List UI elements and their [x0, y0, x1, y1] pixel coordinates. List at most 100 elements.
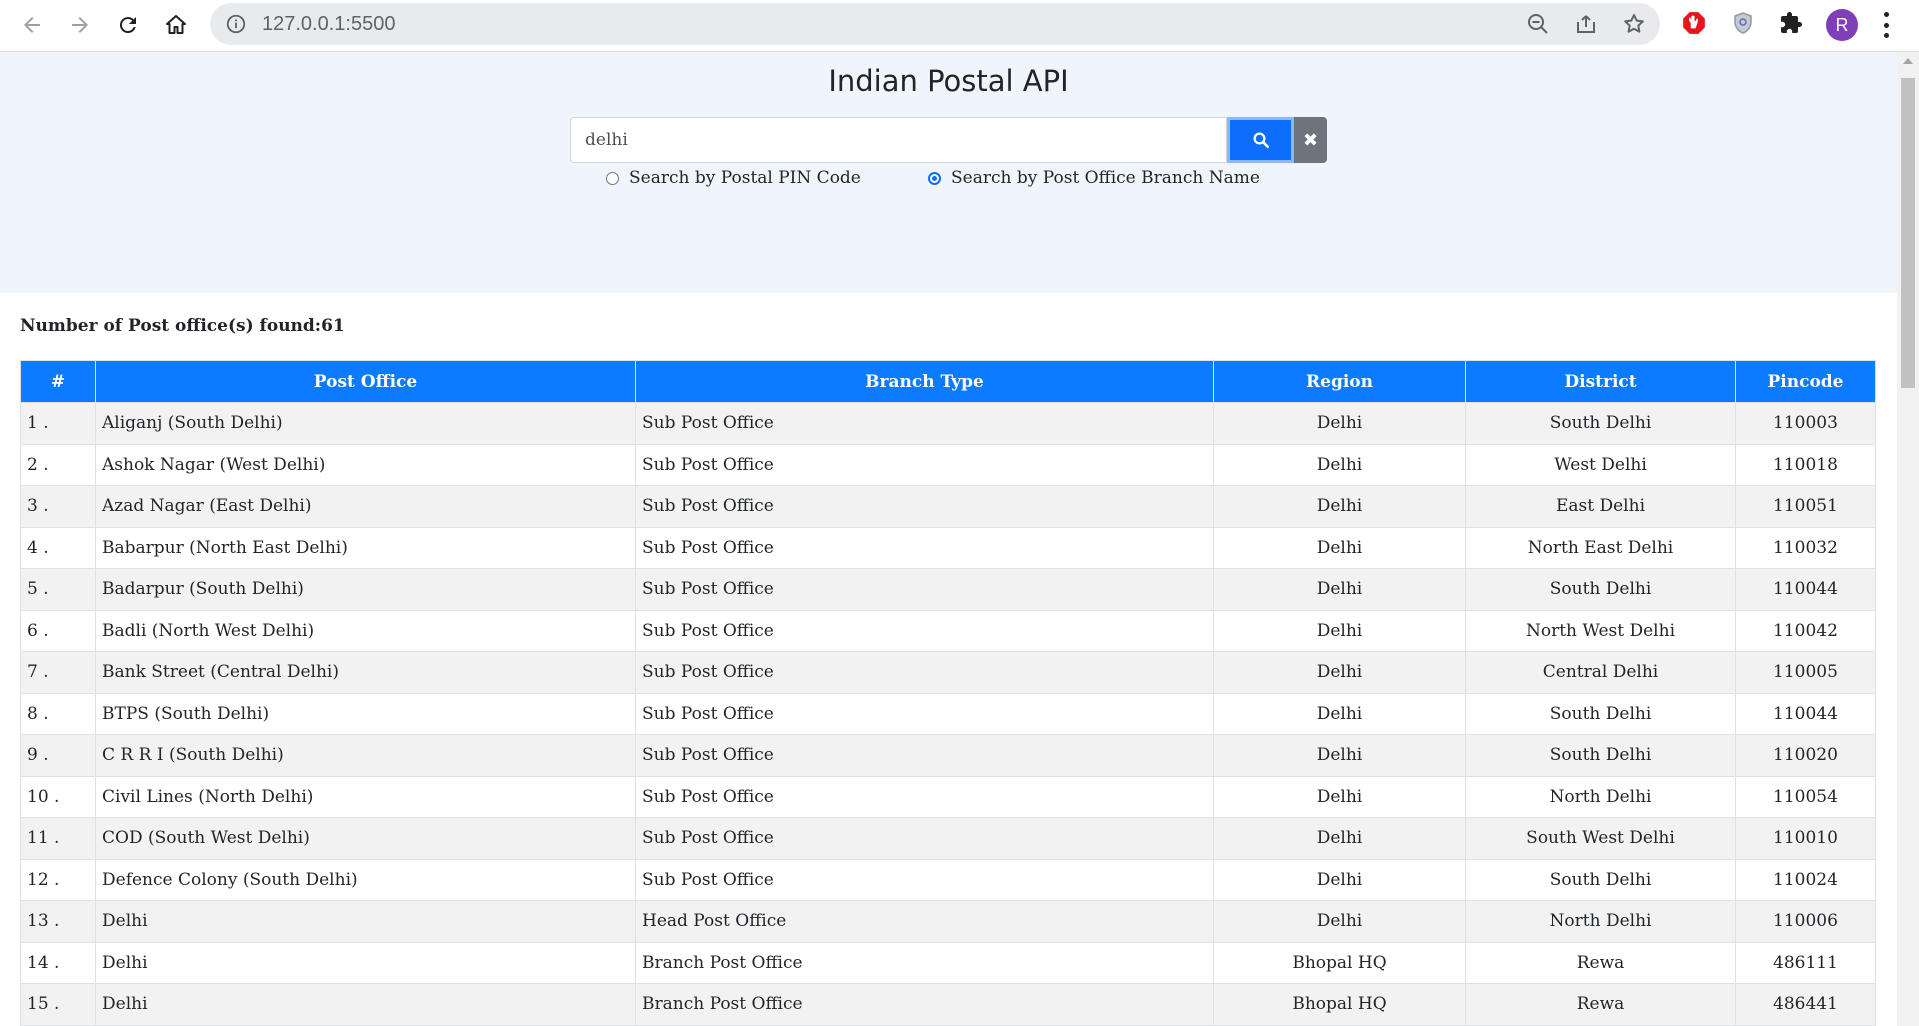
cell-branch-type: Sub Post Office: [635, 526, 1214, 569]
column-header-number: #: [20, 360, 96, 403]
back-button[interactable]: [15, 8, 49, 42]
table-row: 2 . Ashok Nagar (West Delhi) Sub Post Offi…: [20, 443, 1876, 486]
cell-pincode: 486441: [1735, 983, 1876, 1026]
cell-region: Delhi: [1213, 651, 1466, 694]
cell-post-office: Defence Colony (South Delhi): [95, 858, 636, 901]
table-row: 7 . Bank Street (Central Delhi) Sub Post O…: [20, 651, 1876, 694]
cell-post-office: BTPS (South Delhi): [95, 692, 636, 735]
table-row: 15 . Delhi Branch Post Office Bhopal HQ Rewa…: [20, 983, 1876, 1026]
url-text[interactable]: 127.0.0.1:5500: [262, 13, 395, 36]
table-body: 1 . Aliganj (South Delhi) Sub Post Office D…: [20, 402, 1876, 1026]
cell-number: 7 .: [20, 651, 96, 694]
shield-extension-icon[interactable]: [1730, 10, 1756, 36]
close-icon: ✖: [1302, 129, 1319, 151]
cell-district: South West Delhi: [1465, 817, 1736, 860]
cell-branch-type: Sub Post Office: [635, 568, 1214, 611]
cell-branch-type: Sub Post Office: [635, 775, 1214, 818]
radio-pin-indicator[interactable]: [606, 171, 619, 185]
bookmark-star-icon[interactable]: [1622, 12, 1646, 36]
radio-name-indicator[interactable]: [928, 171, 941, 185]
cell-district: South Delhi: [1465, 568, 1736, 611]
cell-branch-type: Branch Post Office: [635, 983, 1214, 1026]
cell-number: 6 .: [20, 609, 96, 652]
cell-number: 8 .: [20, 692, 96, 735]
forward-button[interactable]: [63, 8, 97, 42]
cell-number: 13 .: [20, 900, 96, 943]
cell-pincode: 110042: [1735, 609, 1876, 652]
search-input[interactable]: [570, 117, 1227, 163]
radio-search-by-name[interactable]: Search by Post Office Branch Name: [928, 168, 1260, 188]
page-scrollbar[interactable]: [1897, 52, 1919, 1026]
cell-number: 1 .: [20, 402, 96, 445]
cell-number: 4 .: [20, 526, 96, 569]
results-count-label: Number of Post office(s) found:: [20, 316, 322, 336]
browser-menu-icon[interactable]: [1876, 12, 1896, 38]
cell-branch-type: Head Post Office: [635, 900, 1214, 943]
cell-post-office: Azad Nagar (East Delhi): [95, 485, 636, 528]
table-row: 10 . Civil Lines (North Delhi) Sub Post Of…: [20, 775, 1876, 818]
cell-district: South Delhi: [1465, 402, 1736, 445]
cell-post-office: Delhi: [95, 983, 636, 1026]
cell-branch-type: Sub Post Office: [635, 692, 1214, 735]
cell-post-office: Delhi: [95, 900, 636, 943]
cell-region: Delhi: [1213, 443, 1466, 486]
table-row: 5 . Badarpur (South Delhi) Sub Post Office…: [20, 568, 1876, 611]
table-header-row: # Post Office Branch Type Region Distric…: [20, 360, 1876, 403]
info-icon[interactable]: [225, 13, 247, 35]
table-row: 4 . Babarpur (North East Delhi) Sub Post O…: [20, 526, 1876, 569]
scroll-up-arrow-icon[interactable]: [1903, 58, 1913, 64]
arrow-left-icon: [24, 17, 40, 33]
cell-branch-type: Sub Post Office: [635, 485, 1214, 528]
cell-branch-type: Sub Post Office: [635, 817, 1214, 860]
cell-branch-type: Sub Post Office: [635, 443, 1214, 486]
cell-region: Delhi: [1213, 775, 1466, 818]
table-row: 12 . Defence Colony (South Delhi) Sub Post…: [20, 858, 1876, 901]
address-bar[interactable]: 127.0.0.1:5500: [210, 3, 1660, 45]
scrollbar-thumb[interactable]: [1901, 78, 1915, 388]
search-section: Indian Postal API ✖ Search by Postal PIN…: [0, 52, 1897, 293]
cell-post-office: Aliganj (South Delhi): [95, 402, 636, 445]
profile-avatar[interactable]: R: [1826, 9, 1858, 41]
cell-post-office: Badarpur (South Delhi): [95, 568, 636, 611]
search-button[interactable]: [1227, 117, 1294, 163]
cell-region: Bhopal HQ: [1213, 983, 1466, 1026]
cell-region: Delhi: [1213, 900, 1466, 943]
cell-region: Bhopal HQ: [1213, 941, 1466, 984]
clear-button[interactable]: ✖: [1294, 117, 1327, 163]
cell-district: South Delhi: [1465, 734, 1736, 777]
home-button[interactable]: [159, 8, 193, 42]
radio-search-by-pin[interactable]: Search by Postal PIN Code: [606, 168, 861, 188]
adblock-extension-icon[interactable]: [1681, 10, 1707, 36]
puzzle-extensions-icon[interactable]: [1778, 10, 1804, 36]
cell-region: Delhi: [1213, 692, 1466, 735]
cell-number: 5 .: [20, 568, 96, 611]
table-row: 6 . Badli (North West Delhi) Sub Post Offi…: [20, 609, 1876, 652]
zoom-out-icon[interactable]: [1526, 12, 1550, 36]
cell-region: Delhi: [1213, 609, 1466, 652]
table-row: 11 . COD (South West Delhi) Sub Post Offic…: [20, 817, 1876, 860]
cell-post-office: COD (South West Delhi): [95, 817, 636, 860]
cell-pincode: 110018: [1735, 443, 1876, 486]
cell-region: Delhi: [1213, 858, 1466, 901]
cell-region: Delhi: [1213, 568, 1466, 611]
search-icon: [1253, 132, 1269, 149]
cell-pincode: 110006: [1735, 900, 1876, 943]
cell-district: Rewa: [1465, 941, 1736, 984]
post-office-table: # Post Office Branch Type Region Distric…: [20, 360, 1876, 1026]
cell-district: Rewa: [1465, 983, 1736, 1026]
cell-pincode: 110005: [1735, 651, 1876, 694]
cell-post-office: Badli (North West Delhi): [95, 609, 636, 652]
cell-district: Central Delhi: [1465, 651, 1736, 694]
arrow-right-icon: [72, 17, 88, 33]
cell-number: 2 .: [20, 443, 96, 486]
reload-button[interactable]: [111, 8, 145, 42]
cell-district: North West Delhi: [1465, 609, 1736, 652]
results-count-value: 61: [321, 316, 345, 336]
share-icon[interactable]: [1574, 12, 1598, 36]
cell-branch-type: Sub Post Office: [635, 858, 1214, 901]
cell-region: Delhi: [1213, 402, 1466, 445]
cell-pincode: 110020: [1735, 734, 1876, 777]
column-header-region: Region: [1213, 360, 1466, 403]
cell-number: 12 .: [20, 858, 96, 901]
cell-post-office: Babarpur (North East Delhi): [95, 526, 636, 569]
